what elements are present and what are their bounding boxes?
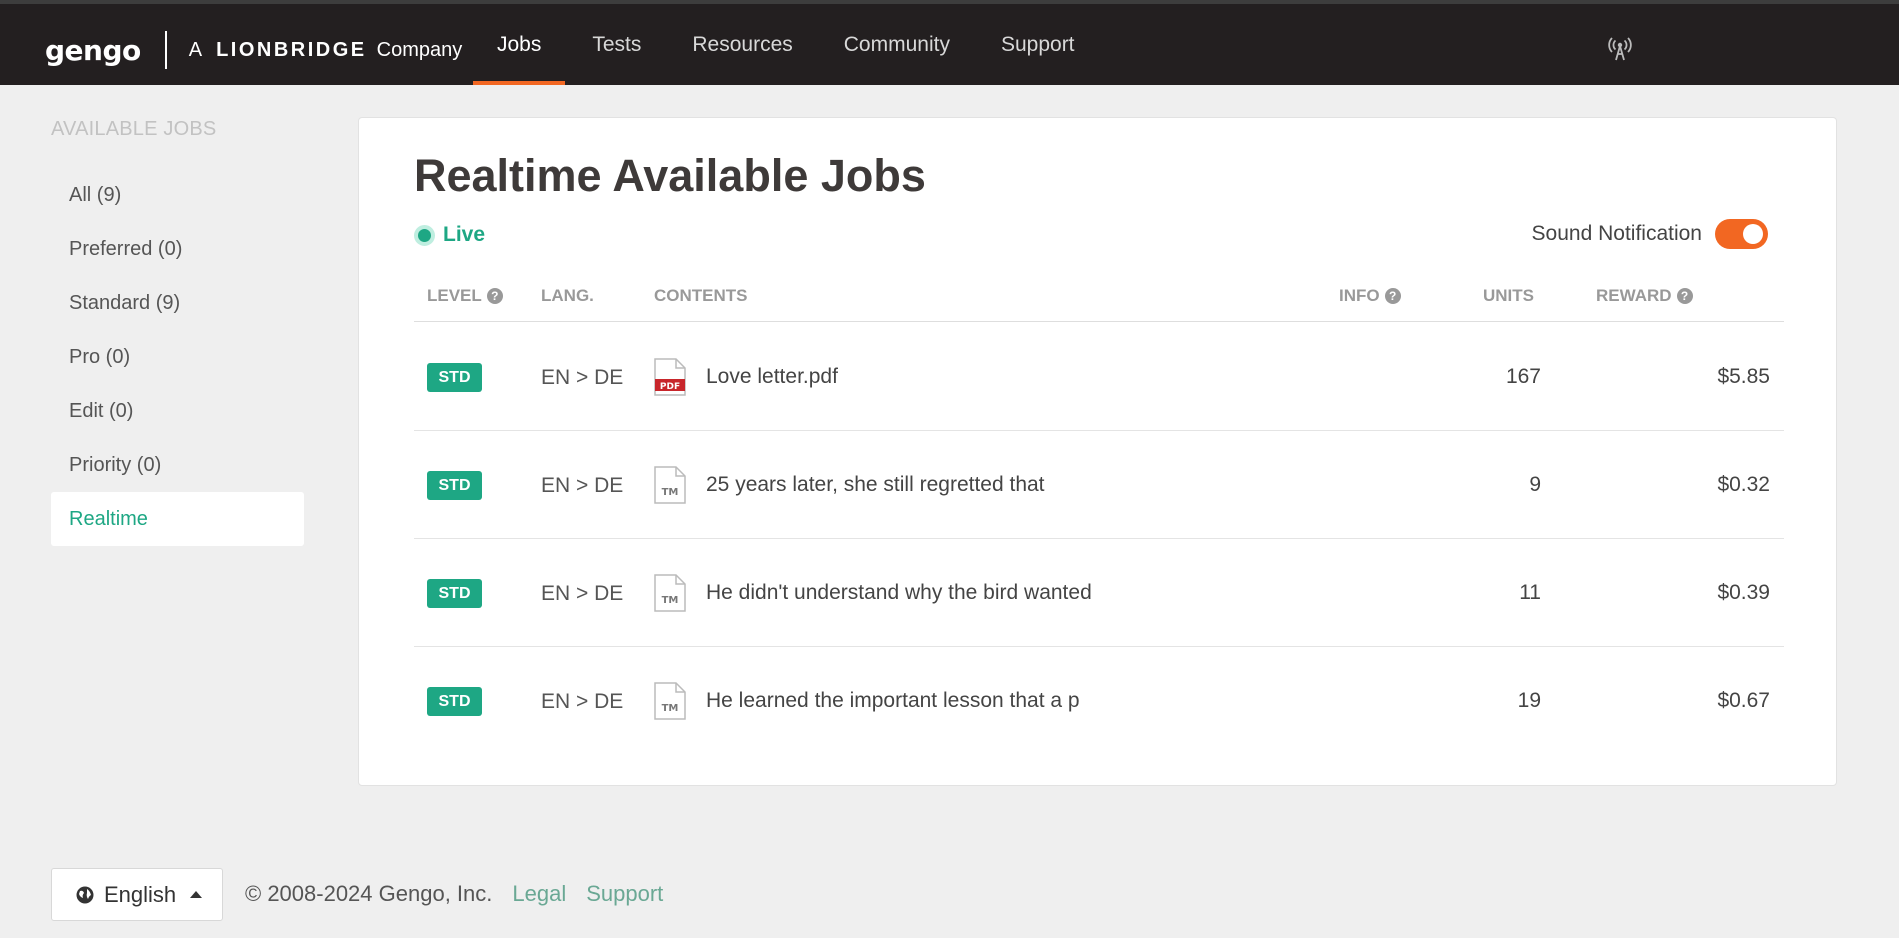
column-header-level: LEVEL ?	[427, 286, 503, 306]
svg-text:TM: TM	[662, 595, 679, 606]
column-header-contents: CONTENTS	[654, 286, 748, 306]
text-file-icon: TM	[654, 682, 686, 720]
sound-notification: Sound Notification	[1532, 219, 1768, 249]
language-pair: EN > DE	[541, 690, 624, 713]
level-badge: STD	[427, 363, 482, 392]
caret-up-icon	[190, 891, 203, 898]
page-title: Realtime Available Jobs	[414, 150, 926, 201]
job-reward: $0.39	[1717, 581, 1770, 604]
toggle-knob	[1743, 224, 1763, 244]
nav-jobs[interactable]: Jobs	[473, 4, 566, 85]
text-file-icon: TM	[654, 574, 686, 612]
lionbridge-logo: LIONBRIDGE	[216, 38, 367, 61]
job-units: 9	[1529, 473, 1541, 496]
language-pair: EN > DE	[541, 366, 624, 389]
nav-community[interactable]: Community	[820, 4, 974, 85]
nav-support[interactable]: Support	[977, 4, 1099, 85]
brand-logo[interactable]: gengo A LIONBRIDGE Company	[45, 30, 462, 70]
gengo-logo: gengo	[45, 33, 141, 67]
language-selector[interactable]: English	[51, 868, 223, 921]
level-header-label: LEVEL	[427, 286, 482, 305]
job-units: 19	[1517, 689, 1541, 712]
live-indicator: Live	[414, 223, 485, 247]
sidebar-item-realtime[interactable]: Realtime	[51, 492, 304, 546]
antenna-icon[interactable]	[1607, 37, 1633, 61]
job-reward: $0.67	[1717, 689, 1770, 712]
sidebar-item-preferred[interactable]: Preferred (0)	[51, 222, 304, 276]
lang-header-label: LANG.	[541, 286, 594, 305]
jobs-card: Realtime Available Jobs Live Sound Notif…	[358, 117, 1837, 786]
job-row[interactable]: STD EN > DE TM He didn't understand why …	[414, 539, 1784, 647]
column-header-info: INFO ?	[1339, 286, 1401, 306]
live-label: Live	[443, 223, 486, 246]
nav-resources[interactable]: Resources	[668, 4, 816, 85]
job-contents[interactable]: Love letter.pdf	[706, 365, 838, 389]
text-file-icon: TM	[654, 466, 686, 504]
sidebar: AVAILABLE JOBS All (9) Preferred (0) Sta…	[51, 118, 304, 546]
svg-text:TM: TM	[662, 487, 679, 498]
globe-icon	[76, 886, 94, 903]
units-header-label: UNITS	[1483, 286, 1534, 305]
sidebar-item-edit[interactable]: Edit (0)	[51, 384, 304, 438]
job-contents[interactable]: He learned the important lesson that a p	[706, 689, 1080, 713]
sidebar-item-priority[interactable]: Priority (0)	[51, 438, 304, 492]
svg-text:PDF: PDF	[660, 382, 680, 392]
job-reward: $5.85	[1717, 365, 1770, 388]
level-help-icon[interactable]: ?	[486, 288, 503, 304]
sidebar-item-all[interactable]: All (9)	[51, 168, 304, 222]
sound-notification-toggle[interactable]	[1715, 219, 1768, 249]
job-units: 167	[1505, 365, 1541, 388]
sidebar-item-pro[interactable]: Pro (0)	[51, 330, 304, 384]
language-label: English	[104, 881, 177, 907]
level-badge: STD	[427, 579, 482, 608]
support-link[interactable]: Support	[586, 881, 663, 907]
live-dot-icon	[414, 224, 435, 246]
language-pair: EN > DE	[541, 474, 624, 497]
table-header: LEVEL ? LANG. CONTENTS INFO ? UNITS REWA…	[414, 286, 1784, 322]
pdf-file-icon: PDF	[654, 358, 686, 396]
job-row[interactable]: STD EN > DE TM He learned the important …	[414, 647, 1784, 755]
sound-notification-label: Sound Notification	[1531, 222, 1702, 245]
job-contents[interactable]: 25 years later, she still regretted that	[706, 473, 1045, 497]
level-badge: STD	[427, 687, 482, 716]
job-contents[interactable]: He didn't understand why the bird wanted	[706, 581, 1092, 605]
job-row[interactable]: STD EN > DE PDF Love letter.pdf 167 $5.8…	[414, 323, 1784, 431]
main-nav: Jobs Tests Resources Community Support	[473, 4, 1102, 85]
info-help-icon[interactable]: ?	[1384, 288, 1401, 304]
brand-divider	[164, 31, 167, 69]
legal-link[interactable]: Legal	[512, 881, 566, 907]
job-reward: $0.32	[1717, 473, 1770, 496]
svg-text:TM: TM	[662, 703, 679, 714]
reward-header-label: REWARD	[1596, 286, 1672, 305]
nav-tests[interactable]: Tests	[568, 4, 665, 85]
sidebar-item-standard[interactable]: Standard (9)	[51, 276, 304, 330]
brand-company: Company	[376, 38, 463, 61]
reward-help-icon[interactable]: ?	[1676, 288, 1693, 304]
job-units: 11	[1519, 581, 1541, 604]
level-badge: STD	[427, 471, 482, 500]
column-header-reward: REWARD ?	[1596, 286, 1693, 306]
language-pair: EN > DE	[541, 582, 624, 605]
column-header-units: UNITS	[1483, 286, 1534, 306]
contents-header-label: CONTENTS	[654, 286, 748, 305]
top-navigation-bar: gengo A LIONBRIDGE Company Jobs Tests Re…	[0, 0, 1899, 85]
copyright: © 2008-2024 Gengo, Inc.	[245, 881, 493, 906]
info-header-label: INFO	[1339, 286, 1380, 305]
brand-prefix: A	[188, 38, 203, 61]
footer: © 2008-2024 Gengo, Inc. Legal Support	[245, 881, 663, 907]
sidebar-heading: AVAILABLE JOBS	[51, 118, 217, 140]
column-header-lang: LANG.	[541, 286, 594, 306]
job-row[interactable]: STD EN > DE TM 25 years later, she still…	[414, 431, 1784, 539]
